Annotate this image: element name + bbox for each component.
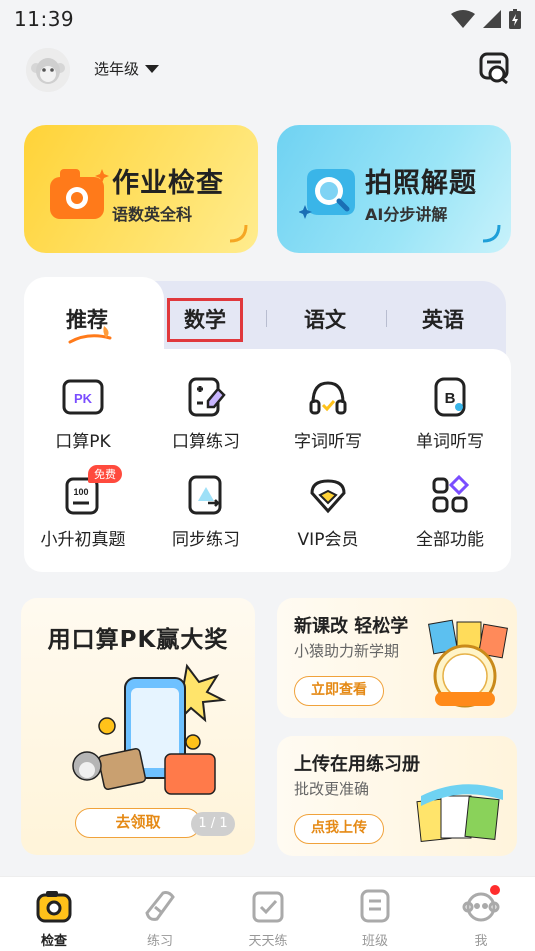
grade-select-label: 选年级 <box>94 60 140 78</box>
promo-title: 上传在用练习册 <box>294 754 420 775</box>
promo-title: 新课改 轻松学 <box>294 616 409 637</box>
nav-label: 练习 <box>146 934 173 949</box>
upload-workbook-promo[interactable]: 上传在用练习册 批改更准确 点我上传 <box>277 736 517 856</box>
free-badge: 免费 <box>88 465 122 483</box>
kousuan-pk-promo-banner[interactable]: 用口算PK赢大奖 去领取 1 / 1 <box>21 598 255 855</box>
all-features-icon <box>432 474 470 513</box>
textbook-medal-illustration-icon <box>427 619 509 708</box>
nav-item-daily-practice[interactable]: 天天练 <box>228 887 308 949</box>
class-list-icon <box>360 889 390 923</box>
nav-item-practice[interactable]: 练习 <box>120 887 200 949</box>
wifi-icon <box>451 10 475 28</box>
feature-item-exam-papers[interactable]: 100 免费 小升初真题 <box>28 465 138 550</box>
feature-item-vip[interactable]: VIP会员 <box>273 473 383 550</box>
feature-label: 单词听写 <box>416 432 484 452</box>
tab-math-highlight-box <box>167 298 243 342</box>
feature-label: 字词听写 <box>294 432 362 452</box>
status-bar: 11:39 <box>0 0 535 38</box>
homework-check-card[interactable]: 作业检查 语数英全科 <box>24 125 258 253</box>
feature-item-all-features[interactable]: 全部功能 <box>395 473 505 550</box>
nav-label: 天天练 <box>248 934 288 949</box>
caret-down-icon <box>145 64 160 73</box>
headphones-icon <box>309 381 347 415</box>
feature-label: VIP会员 <box>297 530 359 550</box>
notification-dot <box>490 885 500 895</box>
view-now-button[interactable]: 立即查看 <box>294 676 384 706</box>
promo-subtitle: 小猿助力新学期 <box>294 642 400 660</box>
photo-solve-title: 拍照解题 <box>365 168 477 199</box>
workbooks-illustration-icon <box>416 784 503 843</box>
feature-label: 小升初真题 <box>40 530 126 550</box>
battery-icon <box>509 9 521 29</box>
magnifier-icon <box>299 169 355 219</box>
feature-item-english-dictation[interactable]: B 单词听写 <box>395 375 505 452</box>
pk-icon: PK <box>62 379 104 415</box>
feature-item-kousuan-pk[interactable]: PK 口算PK <box>28 375 138 452</box>
svg-text:100: 100 <box>73 487 88 497</box>
feature-label: 同步练习 <box>172 530 240 550</box>
history-record-icon <box>479 52 509 85</box>
monkey-avatar-icon <box>26 48 70 92</box>
claim-button[interactable]: 去领取 <box>75 808 201 838</box>
tab-divider <box>386 310 387 327</box>
camera-icon <box>36 891 72 923</box>
photo-solve-subtitle: AI分步讲解 <box>365 205 448 224</box>
tab-chinese[interactable]: 语文 <box>304 304 346 334</box>
carousel-pager: 1 / 1 <box>191 812 235 836</box>
feature-label: 口算PK <box>55 432 111 452</box>
flame-swoosh-icon <box>68 326 112 344</box>
avatar[interactable] <box>26 48 70 92</box>
feature-item-word-dictation[interactable]: 字词听写 <box>273 375 383 452</box>
nav-label: 我 <box>474 934 488 949</box>
calendar-check-icon <box>252 891 284 923</box>
swirl-decoration-icon <box>482 224 501 243</box>
tab-divider <box>266 310 267 327</box>
signal-icon <box>483 10 501 28</box>
calculator-pencil-icon <box>188 377 226 417</box>
svg-text:PK: PK <box>74 391 93 406</box>
phone-prize-illustration-icon <box>72 663 227 795</box>
feature-label: 全部功能 <box>416 530 484 550</box>
promo-subtitle: 批改更准确 <box>294 780 370 798</box>
vip-crown-icon <box>310 479 346 514</box>
new-curriculum-promo[interactable]: 新课改 轻松学 小猿助力新学期 立即查看 <box>277 598 517 718</box>
letter-b-icon: B <box>434 377 466 417</box>
nav-item-check[interactable]: 检查 <box>14 887 94 949</box>
camera-icon <box>50 169 109 219</box>
pencil-tag-icon <box>145 891 175 921</box>
svg-text:B: B <box>445 390 456 407</box>
homework-check-subtitle: 语数英全科 <box>112 205 193 224</box>
feature-grid: PK 口算PK 口算练习 字词听写 B 单词听写 100 免费 小升初真题 同步… <box>24 349 511 572</box>
feature-label: 口算练习 <box>172 432 240 452</box>
swirl-decoration-icon <box>229 224 248 243</box>
feature-item-sync-practice[interactable]: 同步练习 <box>151 473 261 550</box>
upload-button[interactable]: 点我上传 <box>294 814 384 844</box>
promo-title: 用口算PK赢大奖 <box>47 627 229 653</box>
homework-check-title: 作业检查 <box>112 168 224 199</box>
nav-label: 班级 <box>361 934 388 949</box>
history-button[interactable] <box>477 50 513 86</box>
status-time: 11:39 <box>14 7 75 31</box>
header: 选年级 <box>0 44 535 96</box>
photo-solve-card[interactable]: 拍照解题 AI分步讲解 <box>277 125 511 253</box>
nav-item-class[interactable]: 班级 <box>335 887 415 949</box>
nav-item-me[interactable]: 我 <box>441 885 521 949</box>
feature-item-kousuan-practice[interactable]: 口算练习 <box>151 375 261 452</box>
sync-practice-icon <box>188 475 222 515</box>
tab-english[interactable]: 英语 <box>422 304 464 334</box>
nav-label: 检查 <box>40 934 67 949</box>
grade-select[interactable]: 选年级 <box>94 58 160 79</box>
status-icons <box>451 9 521 29</box>
bottom-navigation: 检查 练习 天天练 班级 我 <box>0 876 535 951</box>
